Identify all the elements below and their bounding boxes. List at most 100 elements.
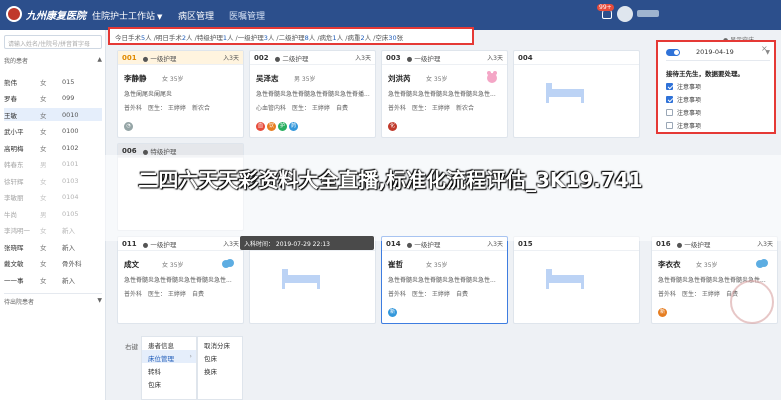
bed-number: 001 [122,53,137,62]
patient-bed: 0100 [62,127,79,135]
search-input[interactable]: 请输入姓名/住院号/拼音首字母 [4,35,102,49]
bed-number: 006 [122,146,137,155]
admission-days: 入3天 [487,55,503,62]
patient-name: 张晓晖 [4,243,24,252]
status-tag-icon: 新 [658,308,667,317]
patient-name: 李静静 [124,74,147,83]
care-level: ● 二级护理 [274,54,309,63]
diagnosis: 急性脊髓炎急性脊髓炎急性脊髓炎急性... [388,91,496,98]
tab-ward-management[interactable]: 病区管理 [178,9,215,32]
hospital-logo: 九州康复医院 [6,6,86,22]
memo-checklist-item[interactable]: 注意事项 [666,121,701,130]
bed-card-header: 001 ● 一级护理 入3天 [118,51,243,65]
status-tag-icon: 新 [388,308,397,317]
bed-card[interactable]: 011 ● 一级护理 入3天 成文女 35岁 急性脊髓炎急性脊髓炎急性脊髓炎急性... 普… [117,236,244,324]
checkbox[interactable] [666,122,673,129]
bed-card-header: 003 ● 一级护理 入3天 [382,51,507,65]
patient-list-item[interactable]: 王敏 女 0010 [4,108,102,121]
bed-card-footer: 心血管内科 医生： 王婷婷 自费 [256,103,354,112]
memo-item-label: 注意事项 [677,97,702,104]
bed-card-header: 004 [514,51,639,65]
care-level: ● 特级护理 [142,147,177,156]
patient-list-item[interactable]: 戴文敏 女 骨外科 [4,257,102,270]
bed-card[interactable]: 003 ● 一级护理 入3天 刘洪芮 女 35岁 急性脊髓炎急性脊髓炎急性脊髓炎急性...… [381,50,508,138]
memo-checklist-item[interactable]: 注意事项 [666,82,701,91]
doctor: 医生： 王婷婷 [412,105,450,112]
status-tag-icon: 化 [388,122,397,131]
status-tags: 新 [658,308,667,317]
patient-bed: 0102 [62,143,79,152]
summary-label: 病危 [319,34,333,42]
bed-card[interactable]: 014 ● 一级护理 入3天 崔哲女 35岁 急性脊髓炎急性脊髓炎急性脊髓炎急性... 普… [381,236,508,324]
close-icon[interactable]: × [761,44,768,53]
checkbox[interactable] [666,83,673,90]
patient-list-item[interactable]: 罗春 女 099 [4,92,102,105]
chevron-right-icon: › [189,352,192,360]
checkbox[interactable] [666,96,673,103]
bed-card[interactable]: 002 ● 二级护理 入3天 吴泽志 男 35岁 急性脊髓炎急性脊髓急性脊髓炎急性脊播..… [249,50,376,138]
bed-card[interactable]: 001 ● 一级护理 入3天 李静静 女 35岁 急性阑尾炎阑尾炎 普外科 医生： 王婷婷 新农… [117,50,244,138]
summary-label: 一级护理 [237,34,264,42]
checkbox[interactable] [666,109,673,116]
context-submenu-item[interactable]: 包床 [198,350,242,363]
context-menu-item[interactable]: 包床 [142,376,196,389]
pig-icon [485,71,499,83]
status-tags: ◔ [124,122,133,131]
patient-sex: 女 [40,276,47,285]
my-patients-header[interactable]: 我的患者 ▲ [4,56,102,65]
memo-checklist-item[interactable]: 注意事项 [666,108,701,117]
memo-toggle[interactable] [666,48,680,56]
watermark-logo [730,280,774,324]
context-menu-item[interactable]: 患者信息 [142,337,196,350]
summary-label: 病重 [347,34,361,42]
diagnosis: 急性脊髓炎急性脊髓炎急性脊髓炎急性... [124,277,232,284]
app-title[interactable]: 住院护士工作站 ▼ [92,9,162,22]
patient-list-item[interactable]: 一一事 女 新入 [4,273,102,286]
context-trigger-label: 右键 [125,343,138,351]
memo-date[interactable]: 2019-04-19 [696,48,734,56]
diagnosis: 急性脊髓炎急性脊髓急性脊髓炎急性脊播... [256,91,370,98]
doctor: 医生： 王婷婷 [148,291,186,298]
patient-list-item[interactable]: 高明梅 女 0102 [4,141,102,154]
patient-sex-age: 女 35岁 [426,262,448,269]
context-menu-label: 床位管理 [148,355,174,363]
watermark-band [0,155,781,241]
patient-name: 成文 [124,260,139,269]
patient-name: 戴文敏 [4,260,24,268]
department: 普外科 [388,105,407,112]
bed-card[interactable]: 015 [513,236,640,324]
memo-checklist-item[interactable]: 注意事项 [666,95,701,104]
summary-label: 明日手术 [155,34,182,42]
patient-sex-age: 女 35岁 [696,262,718,269]
avatar[interactable] [617,6,633,22]
patient-bed: 骨外科 [62,260,82,268]
patient-list-item[interactable]: 张晓晖 女 新入 [4,240,102,253]
patient-sex: 女 [40,111,47,120]
memo-panel: 2019-04-19 ▼ 接待王先生，数据要处理。 注意事项 注意事项 注意事项 注意… [656,40,776,134]
status-tag-icon: ◔ [124,122,133,131]
context-submenu-item[interactable]: 取消分床 [198,337,242,350]
patient-list-item[interactable]: 武小平 女 0100 [4,125,102,138]
status-tags: 新 [388,308,397,317]
context-submenu-item[interactable]: 换床 [198,363,242,376]
patient-bed: 099 [62,94,75,102]
patient-name: 崔哲 [388,260,403,269]
bed-card-footer: 普外科 医生： 王婷婷 自费 [388,289,474,298]
patient-name: 王敏 [4,111,17,120]
bed-card[interactable]: 004 [513,50,640,138]
chevron-up-icon: ▲ [97,56,102,63]
patient-sex-age: 女 35岁 [162,76,184,83]
memo-header: 2019-04-19 ▼ [666,48,770,61]
payment-type: 新农合 [191,105,210,112]
context-menu-label: 转科 [148,368,161,376]
discharge-pending-header[interactable]: 待出院患者 ▼ [4,293,102,306]
department: 普外科 [124,105,143,112]
status-tag-icon: 药 [289,122,298,131]
summary-unit: 张 [396,34,404,42]
tab-order-management[interactable]: 医嘱管理 [229,9,265,22]
patient-name: 熊伟 [4,78,17,87]
empty-bed-icon [544,77,586,105]
patient-list-item[interactable]: 熊伟 女 015 [4,75,102,88]
context-menu-item[interactable]: 床位管理 › [142,350,196,363]
context-menu-item[interactable]: 转科 [142,363,196,376]
